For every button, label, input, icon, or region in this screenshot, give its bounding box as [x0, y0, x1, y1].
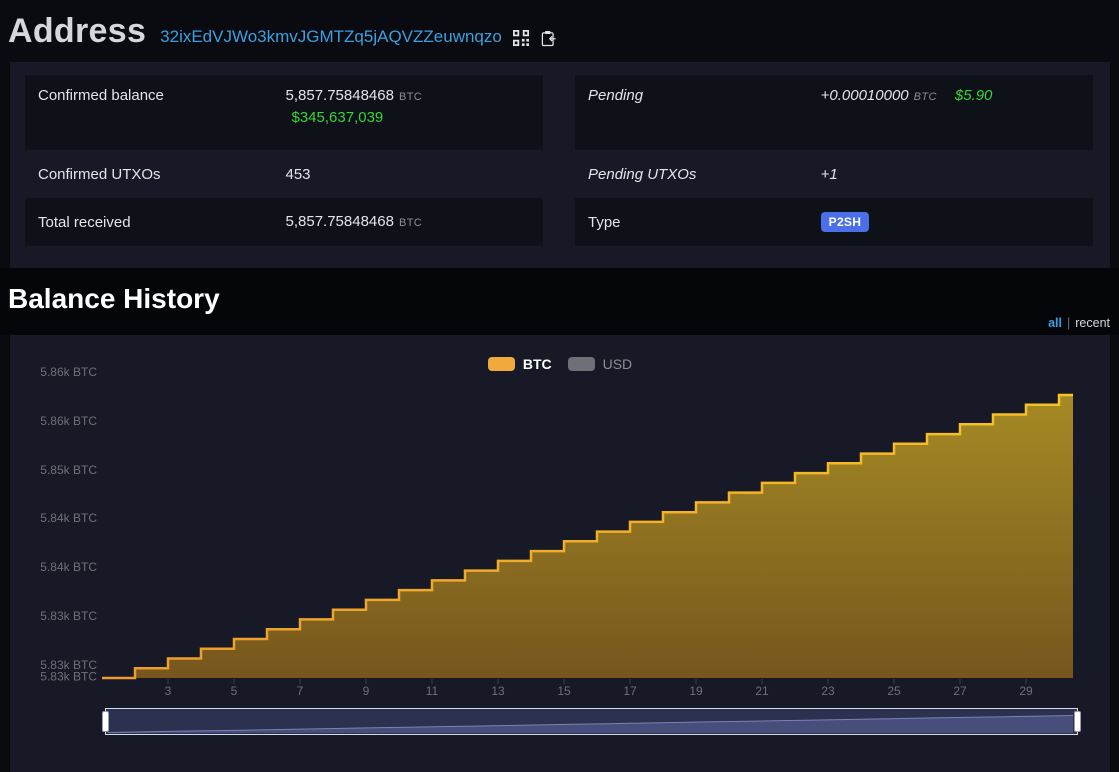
svg-text:17: 17: [623, 684, 637, 698]
page-title: Address: [8, 12, 146, 51]
svg-text:13: 13: [491, 684, 505, 698]
copy-address-icon[interactable]: [540, 30, 556, 47]
page-header: Address 32ixEdVJWo3kmvJGMTZq5jAQVZZeuwnq…: [0, 0, 1119, 62]
svg-text:3: 3: [165, 684, 172, 698]
pending-utxos-label: Pending UTXOs: [588, 166, 821, 183]
address-summary-box: Confirmed balance 5,857.75848468BTC $345…: [10, 62, 1110, 268]
pending-value: +0.00010000BTC$5.90: [821, 87, 993, 105]
btc-legend-swatch: [488, 357, 515, 371]
summary-right-column: Pending +0.00010000BTC$5.90 Pending UTXO…: [575, 75, 1093, 268]
svg-text:5.84k BTC: 5.84k BTC: [40, 511, 97, 525]
svg-text:5.83k BTC: 5.83k BTC: [40, 670, 97, 684]
usd-legend-swatch: [568, 357, 595, 371]
total-received-value: 5,857.75848468BTC: [286, 213, 423, 231]
btc-legend-label: BTC: [523, 356, 552, 372]
zoom-slider-right-handle[interactable]: [1074, 711, 1081, 732]
svg-text:11: 11: [426, 684, 439, 698]
zoom-slider-left-handle[interactable]: [102, 711, 109, 732]
svg-text:25: 25: [887, 684, 901, 698]
svg-text:5.84k BTC: 5.84k BTC: [40, 560, 97, 574]
svg-text:29: 29: [1019, 684, 1033, 698]
svg-text:5.86k BTC: 5.86k BTC: [40, 414, 97, 428]
total-received-row: Total received 5,857.75848468BTC: [25, 198, 543, 246]
balance-history-chart-panel: 5.86k BTC5.86k BTC5.85k BTC5.84k BTC5.84…: [10, 335, 1110, 772]
confirmed-balance-value: 5,857.75848468BTC $345,637,039: [286, 87, 423, 126]
svg-text:5: 5: [231, 684, 238, 698]
address-type-badge: P2SH: [821, 212, 870, 232]
balance-history-title: Balance History: [8, 283, 220, 315]
pending-utxos-row: Pending UTXOs +1: [575, 150, 1093, 198]
summary-left-column: Confirmed balance 5,857.75848468BTC $345…: [25, 75, 543, 268]
range-separator: |: [1067, 316, 1070, 330]
pending-label: Pending: [588, 87, 821, 104]
btc-unit: BTC: [399, 91, 422, 103]
type-label: Type: [588, 214, 821, 231]
address-link[interactable]: 32ixEdVJWo3kmvJGMTZq5jAQVZZeuwnqzo: [160, 27, 502, 47]
svg-text:5.85k BTC: 5.85k BTC: [40, 463, 97, 477]
legend-item-usd[interactable]: USD: [568, 356, 633, 372]
legend-item-btc[interactable]: BTC: [488, 356, 552, 372]
svg-text:27: 27: [953, 684, 967, 698]
btc-unit: BTC: [914, 91, 937, 103]
confirmed-utxos-label: Confirmed UTXOs: [38, 166, 286, 183]
balance-history-header: Balance History all | recent: [0, 268, 1119, 335]
confirmed-balance-row: Confirmed balance 5,857.75848468BTC $345…: [25, 75, 543, 150]
confirmed-utxos-value: 453: [286, 166, 311, 183]
qr-code-icon[interactable]: [513, 30, 529, 46]
svg-text:5.83k BTC: 5.83k BTC: [40, 609, 97, 623]
chart-legend: BTC USD: [10, 356, 1110, 372]
range-selector: all | recent: [1048, 316, 1110, 330]
svg-text:21: 21: [755, 684, 769, 698]
svg-text:9: 9: [363, 684, 370, 698]
svg-text:23: 23: [821, 684, 835, 698]
svg-text:7: 7: [297, 684, 304, 698]
pending-usd: $5.90: [955, 87, 993, 104]
confirmed-utxos-row: Confirmed UTXOs 453: [25, 150, 543, 198]
type-row: Type P2SH: [575, 198, 1093, 246]
zoom-slider[interactable]: [105, 708, 1078, 735]
zoom-slider-minimap: [106, 709, 1077, 734]
range-recent-link[interactable]: recent: [1075, 316, 1110, 330]
svg-text:15: 15: [557, 684, 571, 698]
usd-legend-label: USD: [603, 356, 633, 372]
pending-utxos-value: +1: [821, 166, 838, 183]
total-received-label: Total received: [38, 214, 286, 231]
btc-unit: BTC: [399, 217, 422, 229]
confirmed-balance-label: Confirmed balance: [38, 87, 286, 104]
svg-text:19: 19: [689, 684, 703, 698]
balance-chart[interactable]: 5.86k BTC5.86k BTC5.85k BTC5.84k BTC5.84…: [10, 335, 1110, 703]
range-all-link[interactable]: all: [1048, 316, 1062, 330]
pending-row: Pending +0.00010000BTC$5.90: [575, 75, 1093, 150]
confirmed-balance-usd: $345,637,039: [286, 109, 423, 126]
